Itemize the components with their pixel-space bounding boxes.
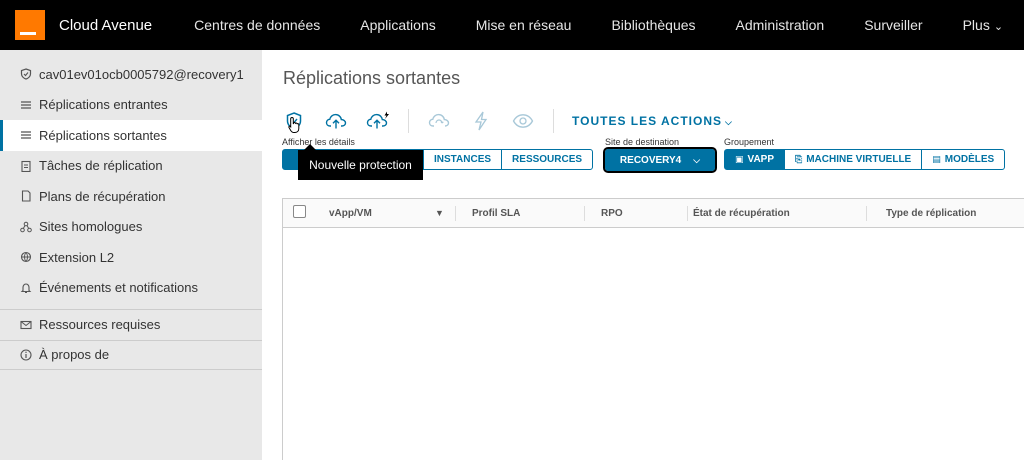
grouping-option-label: MACHINE VIRTUELLE — [806, 154, 912, 165]
sidebar-item-label: cav01ev01ocb0005792@recovery1 — [39, 66, 244, 82]
details-option-instances[interactable]: INSTANCES — [423, 149, 503, 170]
nav-networking[interactable]: Mise en réseau — [456, 0, 592, 50]
cloud-upload-lightning-icon[interactable] — [366, 109, 390, 133]
clipboard-icon — [20, 160, 32, 172]
nav-applications[interactable]: Applications — [340, 0, 456, 50]
sidebar-item-label: Réplications entrantes — [39, 97, 168, 113]
sidebar-item-outgoing[interactable]: Réplications sortantes — [0, 120, 262, 151]
main-content: Réplications sortantes TOUTES LES ACTION… — [262, 50, 1024, 460]
lightning-icon[interactable] — [469, 109, 493, 133]
sidebar-item-l2-extension[interactable]: Extension L2 — [0, 242, 262, 273]
grid-header: vApp/VM ▼ Profil SLA RPO État de récupér… — [283, 199, 1024, 228]
sidebar-item-events[interactable]: Événements et notifications — [0, 273, 262, 304]
cloud-upload-icon[interactable] — [324, 109, 348, 133]
network-icon — [20, 221, 32, 233]
sidebar-item-label: Sites homologues — [39, 219, 143, 235]
details-label: Afficher les détails — [282, 137, 355, 147]
grouping-option-label: VAPP — [747, 154, 775, 165]
template-icon: ▤ — [932, 154, 941, 164]
sidebar-item-site[interactable]: cav01ev01ocb0005792@recovery1 — [0, 59, 262, 90]
all-actions-button[interactable]: TOUTES LES ACTIONS ⌵ — [572, 114, 733, 128]
network-icon — [20, 251, 32, 263]
hand-cursor-icon — [288, 116, 300, 133]
column-header-rpo[interactable]: RPO — [601, 199, 623, 228]
vapp-icon: ▣ — [735, 154, 744, 164]
sidebar-item-label: Extension L2 — [39, 249, 115, 265]
chevron-down-icon: ⌵ — [693, 154, 701, 165]
sidebar-item-label: Réplications sortantes — [39, 127, 167, 143]
orange-logo[interactable] — [15, 10, 45, 40]
sidebar-item-required-resources[interactable]: Ressources requises — [0, 309, 262, 340]
column-header-replication-type[interactable]: Type de réplication — [886, 199, 976, 228]
nav-more-label: Plus — [962, 17, 990, 33]
filter-icon[interactable]: ▼ — [435, 208, 444, 218]
sidebar-item-recovery-plans[interactable]: Plans de récupération — [0, 181, 262, 212]
sidebar: cav01ev01ocb0005792@recovery1 Réplicatio… — [0, 50, 262, 460]
nav-datacenters[interactable]: Centres de données — [174, 0, 340, 50]
list-icon — [20, 129, 32, 141]
bell-icon — [20, 282, 32, 294]
info-icon — [20, 349, 32, 361]
column-header-sla-profile[interactable]: Profil SLA — [472, 199, 520, 228]
sidebar-item-label: Ressources requises — [39, 317, 161, 333]
action-toolbar: TOUTES LES ACTIONS ⌵ — [282, 108, 733, 134]
page-title: Réplications sortantes — [283, 68, 461, 88]
nav-administration[interactable]: Administration — [716, 0, 845, 50]
nav-more[interactable]: Plus ⌄ — [943, 0, 1023, 50]
sidebar-item-tasks[interactable]: Tâches de réplication — [0, 151, 262, 182]
details-option-resources[interactable]: RESSOURCES — [501, 149, 594, 170]
sidebar-item-about[interactable]: À propos de — [0, 339, 262, 370]
grouping-option-templates[interactable]: ▤ MODÈLES — [921, 149, 1006, 170]
document-icon — [20, 190, 32, 202]
top-navigation: Cloud Avenue Centres de données Applicat… — [0, 0, 1024, 50]
destination-label: Site de destination — [605, 137, 680, 147]
all-actions-label: TOUTES LES ACTIONS — [572, 114, 723, 128]
sidebar-item-label: Plans de récupération — [39, 188, 166, 204]
cloud-sync-icon[interactable] — [427, 109, 451, 133]
brand-name: Cloud Avenue — [59, 16, 153, 34]
chevron-down-icon: ⌄ — [993, 21, 1004, 33]
grouping-option-label: MODÈLES — [944, 154, 995, 165]
list-icon — [20, 99, 32, 111]
sidebar-item-label: À propos de — [39, 347, 110, 363]
vm-icon: ⎘ — [795, 154, 803, 164]
replications-grid: vApp/VM ▼ Profil SLA RPO État de récupér… — [282, 198, 1024, 460]
select-all-checkbox[interactable] — [293, 205, 306, 218]
chevron-down-icon: ⌵ — [725, 117, 733, 127]
sidebar-item-peer-sites[interactable]: Sites homologues — [0, 212, 262, 243]
grouping-option-vm[interactable]: ⎘ MACHINE VIRTUELLE — [784, 149, 923, 170]
nav-libraries[interactable]: Bibliothèques — [591, 0, 715, 50]
destination-value: RECOVERY4 — [619, 154, 682, 166]
sidebar-item-label: Événements et notifications — [39, 280, 198, 296]
grouping-label: Groupement — [724, 137, 775, 147]
shield-icon — [20, 68, 32, 80]
column-header-recovery-state[interactable]: État de récupération — [693, 199, 790, 228]
eye-icon[interactable] — [511, 109, 535, 133]
grouping-segmented-control: ▣ VAPP ⎘ MACHINE VIRTUELLE ▤ MODÈLES — [724, 149, 1006, 170]
sidebar-item-label: Tâches de réplication — [39, 158, 163, 174]
destination-select[interactable]: RECOVERY4 ⌵ — [603, 147, 717, 173]
grouping-option-vapp[interactable]: ▣ VAPP — [724, 149, 786, 170]
sidebar-item-incoming[interactable]: Réplications entrantes — [0, 90, 262, 121]
new-protection-tooltip: Nouvelle protection — [298, 144, 423, 180]
nav-monitor[interactable]: Surveiller — [844, 0, 942, 50]
column-header-vapp-vm[interactable]: vApp/VM — [329, 199, 372, 228]
envelope-icon — [20, 319, 32, 331]
